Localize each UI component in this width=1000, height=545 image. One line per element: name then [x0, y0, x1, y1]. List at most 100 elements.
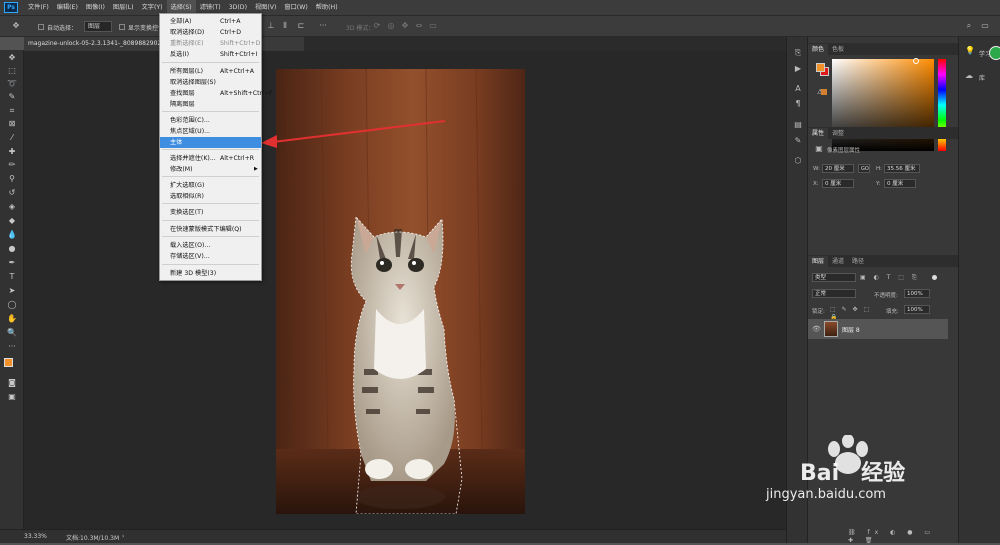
- brushes-icon[interactable]: ✎: [793, 137, 803, 145]
- 3d-scale-icon[interactable]: ▭: [428, 22, 438, 30]
- align-icon[interactable]: ⊥: [266, 22, 276, 30]
- select-menu-item[interactable]: 色彩范围(C)...: [160, 115, 261, 126]
- move-tool-icon[interactable]: ✥: [6, 53, 18, 63]
- dodge-tool-icon[interactable]: ●: [6, 244, 18, 254]
- select-menu-item[interactable]: 新建 3D 模型(3): [160, 268, 261, 279]
- menu-layer[interactable]: 图层(L): [109, 0, 138, 15]
- menu-help[interactable]: 帮助(H): [312, 0, 342, 15]
- paragraph-icon[interactable]: ¶: [793, 100, 803, 108]
- color-picker-marker[interactable]: [913, 58, 919, 64]
- gamut-swatch[interactable]: [821, 89, 827, 95]
- select-menu-item[interactable]: 主体: [160, 137, 261, 148]
- pen-tool-icon[interactable]: ✒: [6, 258, 18, 268]
- blend-mode-dropdown[interactable]: 正常: [812, 289, 856, 298]
- filter-toggle-icon[interactable]: [932, 275, 937, 280]
- type-tool-icon[interactable]: T: [6, 272, 18, 282]
- fill-field[interactable]: 100%: [904, 305, 930, 314]
- y-field[interactable]: 0 厘米: [884, 179, 916, 188]
- menu-edit[interactable]: 编辑(E): [53, 0, 82, 15]
- auto-select-checkbox[interactable]: [38, 24, 44, 30]
- zoom-level[interactable]: 33.33%: [24, 533, 47, 540]
- menu-file[interactable]: 文件(F): [24, 0, 53, 15]
- workspace-icon[interactable]: ▭: [980, 22, 990, 30]
- actions-icon[interactable]: ▶: [793, 65, 803, 73]
- paint-bucket-tool-icon[interactable]: ◆: [6, 216, 18, 226]
- move-tool-icon[interactable]: ✥: [10, 22, 22, 30]
- select-menu-item[interactable]: 查找图层 Alt+Shift+Ctrl+F: [160, 88, 273, 99]
- clone-stamp-tool-icon[interactable]: ⚲: [6, 174, 18, 184]
- select-menu-item[interactable]: 所有图层(L) Alt+Ctrl+A: [160, 66, 261, 77]
- blur-tool-icon[interactable]: 💧: [6, 230, 18, 240]
- status-arrow-icon[interactable]: ›: [122, 533, 124, 541]
- select-menu-item[interactable]: 反选(I) Shift+Ctrl+I: [160, 49, 261, 60]
- marquee-tool-icon[interactable]: ⬚: [6, 66, 18, 76]
- tab-adjustments[interactable]: 调整: [828, 128, 848, 139]
- opacity-field[interactable]: 100%: [904, 289, 930, 298]
- layer-filter-icons[interactable]: ▣ ◐ T ⬚ ⎘: [860, 274, 930, 282]
- character-icon[interactable]: A: [793, 85, 803, 93]
- 3d-rotate-icon[interactable]: ⟳: [372, 22, 382, 30]
- select-menu-item[interactable]: 隔离图层: [160, 99, 261, 110]
- select-menu-item[interactable]: 载入选区(O)...: [160, 240, 261, 251]
- select-menu-item[interactable]: 修改(M) ▶: [160, 164, 261, 175]
- library-icon[interactable]: ☁: [963, 72, 975, 80]
- quick-mask-icon[interactable]: ◙: [6, 378, 18, 388]
- lasso-tool-icon[interactable]: ➰: [6, 79, 18, 89]
- properties-icon[interactable]: ▤: [793, 121, 803, 129]
- tab-swatches[interactable]: 色板: [828, 44, 848, 55]
- screen-mode-icon[interactable]: ▣: [6, 392, 18, 402]
- select-menu-item[interactable]: 变换选区(T): [160, 207, 261, 218]
- select-menu-item[interactable]: 取消选择(D) Ctrl+D: [160, 27, 261, 38]
- 3d-roll-icon[interactable]: ◎: [386, 22, 396, 30]
- x-field[interactable]: 0 厘米: [822, 179, 854, 188]
- 3d-slide-icon[interactable]: ⇔: [414, 22, 424, 30]
- eraser-tool-icon[interactable]: ◈: [6, 202, 18, 212]
- quick-select-tool-icon[interactable]: ✎: [6, 92, 18, 102]
- menu-window[interactable]: 窗口(W): [280, 0, 311, 15]
- lightbulb-icon[interactable]: 💡: [965, 47, 975, 55]
- more-options-icon[interactable]: ···: [318, 22, 328, 30]
- brush-tool-icon[interactable]: ✏: [6, 160, 18, 170]
- search-icon[interactable]: ⌕: [964, 22, 974, 30]
- menu-image[interactable]: 图像(I): [82, 0, 109, 15]
- ellipse-tool-icon[interactable]: ◯: [6, 300, 18, 310]
- hand-tool-icon[interactable]: ✋: [6, 314, 18, 324]
- select-menu-item[interactable]: 选择并遮住(K)... Alt+Ctrl+R: [160, 153, 261, 164]
- height-field[interactable]: 35.56 厘米: [884, 164, 920, 173]
- select-menu-item[interactable]: 全部(A) Ctrl+A: [160, 16, 261, 27]
- library-label[interactable]: 库: [979, 73, 985, 82]
- select-menu-item[interactable]: 存储选区(V)...: [160, 251, 261, 262]
- layer-filter-dropdown[interactable]: 类型: [812, 273, 856, 282]
- tab-layers[interactable]: 图层: [808, 256, 829, 267]
- frame-tool-icon[interactable]: ⊠: [6, 119, 18, 129]
- tab-properties[interactable]: 属性: [808, 128, 829, 139]
- visibility-eye-icon[interactable]: 👁: [812, 325, 821, 333]
- eyedropper-tool-icon[interactable]: ⁄: [6, 133, 18, 143]
- align-left-icon[interactable]: ⊏: [296, 22, 306, 30]
- select-menu-item[interactable]: 扩大选取(G): [160, 180, 261, 191]
- width-field[interactable]: 20 厘米: [822, 164, 854, 173]
- layer-row[interactable]: 👁 图层 8: [808, 319, 948, 339]
- show-transform-checkbox[interactable]: [119, 24, 125, 30]
- select-menu-item[interactable]: 重新选择(E) Shift+Ctrl+D: [160, 38, 261, 49]
- history-brush-tool-icon[interactable]: ↺: [6, 188, 18, 198]
- tab-paths[interactable]: 路径: [848, 256, 868, 267]
- crop-tool-icon[interactable]: ⌗: [6, 106, 18, 116]
- more-tools-icon[interactable]: ···: [6, 342, 18, 352]
- distribute-icon[interactable]: ⦀: [280, 22, 290, 30]
- 3d-icon[interactable]: ⬡: [793, 157, 803, 165]
- healing-brush-tool-icon[interactable]: ✚: [6, 147, 18, 157]
- auto-select-dropdown[interactable]: 图层: [84, 21, 112, 32]
- select-menu-item[interactable]: 焦点区域(U)...: [160, 126, 261, 137]
- tab-channels[interactable]: 通道: [828, 256, 848, 267]
- layer-name[interactable]: 图层 8: [842, 325, 860, 334]
- status-avatar[interactable]: [989, 46, 1000, 60]
- zoom-tool-icon[interactable]: 🔍: [6, 328, 18, 338]
- select-menu-item[interactable]: 选取相似(R): [160, 191, 261, 202]
- history-icon[interactable]: ⎘: [793, 49, 803, 57]
- color-fg-swatch[interactable]: [816, 63, 825, 72]
- link-dimensions-button[interactable]: GO: [858, 164, 870, 173]
- select-menu-item[interactable]: 取消选择图层(S): [160, 77, 261, 88]
- path-select-tool-icon[interactable]: ➤: [6, 286, 18, 296]
- tab-color[interactable]: 颜色: [808, 44, 829, 55]
